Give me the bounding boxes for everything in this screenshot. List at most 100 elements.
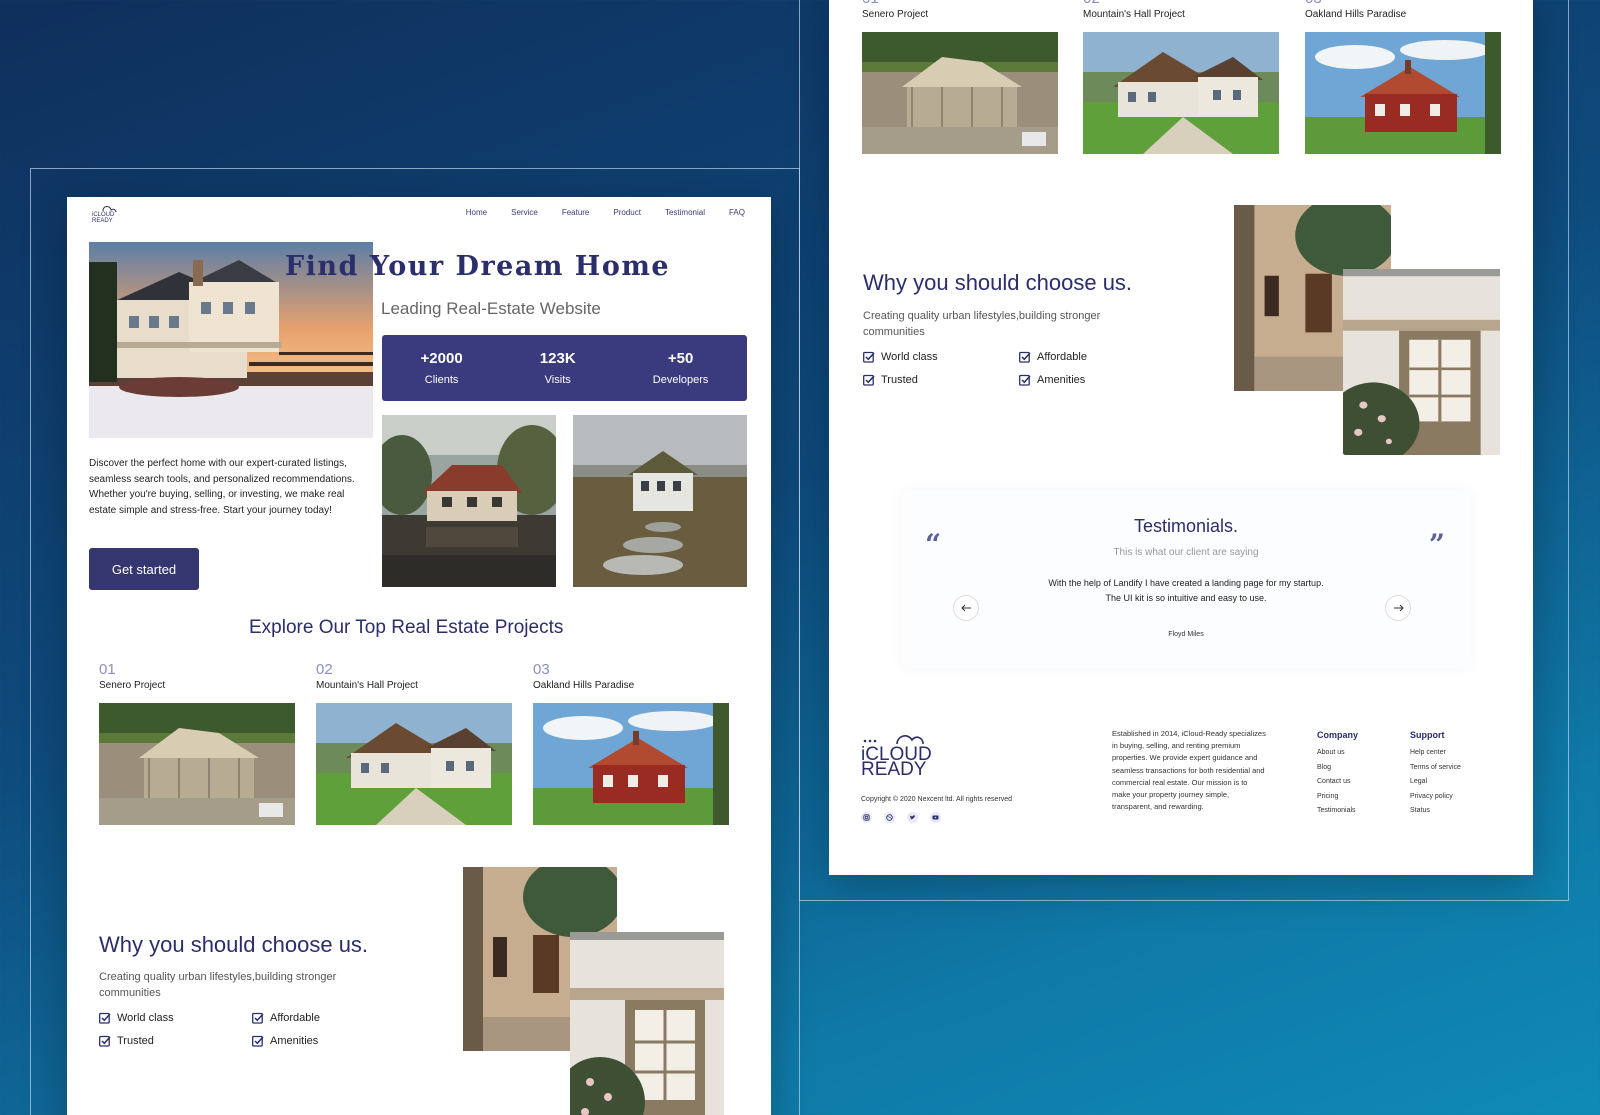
prev-testimonial-button[interactable] (953, 595, 979, 621)
project-name: Senero Project (862, 9, 929, 20)
project-name: Mountain's Hall Project (316, 680, 418, 691)
about-text: Established in 2014, iCloud-Ready specia… (1112, 729, 1266, 812)
project-image (533, 703, 729, 825)
check-icon (252, 1035, 264, 1047)
feature-label: Amenities (1037, 374, 1086, 386)
project-card[interactable]: 03 Oakland Hills Paradise (533, 661, 729, 825)
stat-label: Developers (652, 374, 709, 386)
stat-developers: +50 Developers (653, 350, 709, 386)
white-cottage-window-image (1343, 269, 1500, 455)
feature-label: World class (117, 1012, 174, 1024)
project-card[interactable]: 02 Mountain's Hall Project (316, 661, 512, 825)
testimonial-quote: With the help of Landify I have created … (1048, 578, 1324, 603)
footer-support-column: Support Help center Terms of service Leg… (1410, 730, 1461, 822)
footer-link-contact[interactable]: Contact us (1317, 778, 1358, 785)
stat-label: Clients (424, 374, 459, 386)
nav-faq[interactable]: FAQ (729, 208, 745, 217)
project-image (1305, 32, 1501, 154)
lake-cottage-image (382, 415, 556, 587)
project-image (99, 703, 295, 825)
logo-line2: READY (92, 218, 113, 223)
project-name: Mountain's Hall Project (1083, 9, 1185, 20)
project-card[interactable]: 03 Oakland Hills Paradise (1305, 0, 1501, 154)
open-quote-icon: “ (925, 528, 942, 561)
testimonials-title: Testimonials. (1133, 516, 1239, 536)
testimonial-author: Floyd Miles (1168, 631, 1204, 638)
feature-amenities: Amenities (1019, 374, 1085, 386)
check-icon (252, 1012, 264, 1024)
white-cottage-window-image (570, 932, 724, 1115)
projects-section-title: Explore Our Top Real Estate Projects (249, 617, 564, 638)
check-icon (99, 1012, 111, 1024)
feature-affordable: Affordable (252, 1012, 320, 1024)
project-card[interactable]: 01 Senero Project (99, 661, 295, 825)
feature-world-class: World class (99, 1012, 174, 1024)
footer-link-about[interactable]: About us (1317, 749, 1358, 756)
field-cottage-image (573, 415, 747, 587)
youtube-icon[interactable] (930, 812, 941, 823)
dribbble-icon[interactable] (884, 812, 895, 823)
footer-link-legal[interactable]: Legal (1410, 778, 1461, 785)
next-testimonial-button[interactable] (1385, 595, 1411, 621)
check-icon (863, 351, 875, 363)
project-number: 02 (1083, 0, 1279, 7)
project-image (862, 32, 1058, 154)
testimonials-subtitle: This is what our client are saying (1113, 547, 1259, 558)
stat-value: +2000 (420, 350, 463, 367)
stat-value: 123K (539, 350, 576, 367)
stat-label: Visits (544, 374, 571, 386)
check-icon (99, 1035, 111, 1047)
why-title: Why you should choose us. (863, 270, 1133, 295)
close-quote-icon: ” (1428, 528, 1445, 561)
twitter-icon[interactable] (907, 812, 918, 823)
project-name: Senero Project (99, 680, 166, 691)
social-links (861, 812, 941, 823)
project-name: Oakland Hills Paradise (1305, 9, 1407, 20)
project-number: 03 (1305, 0, 1501, 7)
nav-service[interactable]: Service (511, 208, 538, 217)
stat-clients: +2000 Clients (421, 350, 463, 386)
nav-product[interactable]: Product (613, 208, 641, 217)
nav-home[interactable]: Home (466, 208, 487, 217)
why-title: Why you should choose us. (99, 932, 369, 957)
footer-link-blog[interactable]: Blog (1317, 764, 1358, 771)
landing-page-top: iCLOUD READY Home Service Feature Produc… (67, 197, 771, 1115)
project-card[interactable]: 01 Senero Project (862, 0, 1058, 154)
footer-link-privacy[interactable]: Privacy policy (1410, 793, 1461, 800)
footer-company-title: Company (1317, 730, 1359, 740)
arrow-left-icon (960, 604, 971, 612)
landing-page-bottom: 01 Senero Project 02 Mountain's Hall Pro… (829, 0, 1533, 875)
project-number: 02 (316, 661, 333, 678)
stat-visits: 123K Visits (540, 350, 576, 386)
instagram-icon[interactable] (861, 812, 872, 823)
feature-label: Affordable (270, 1012, 320, 1024)
feature-label: Trusted (117, 1035, 154, 1047)
feature-world-class: World class (863, 351, 938, 363)
check-icon (863, 374, 875, 386)
footer-company-column: Company About us Blog Contact us Pricing… (1317, 730, 1358, 822)
footer-link-status[interactable]: Status (1410, 807, 1461, 814)
stat-value: +50 (667, 350, 694, 367)
footer-link-testimonials[interactable]: Testimonials (1317, 807, 1358, 814)
footer-brand-logo[interactable]: iCLOUD READY (859, 730, 959, 778)
project-image (1083, 32, 1279, 154)
navbar: iCLOUD READY Home Service Feature Produc… (67, 197, 771, 231)
feature-amenities: Amenities (252, 1035, 318, 1047)
arrow-right-icon (1393, 604, 1404, 612)
feature-label: Trusted (881, 374, 918, 386)
project-image (316, 703, 512, 825)
footer-link-pricing[interactable]: Pricing (1317, 793, 1358, 800)
nav-testimonial[interactable]: Testimonial (665, 208, 705, 217)
copyright-text: Copyright © 2020 Nexcent ltd. All rights… (861, 796, 1013, 803)
feature-label: Affordable (1037, 351, 1087, 363)
nav-feature[interactable]: Feature (562, 208, 590, 217)
hero-title: Find Your Dream Home (285, 251, 671, 282)
feature-trusted: Trusted (99, 1035, 154, 1047)
footer-link-help[interactable]: Help center (1410, 749, 1461, 756)
brand-logo[interactable]: iCLOUD READY (91, 205, 131, 223)
get-started-button[interactable]: Get started (89, 548, 199, 590)
footer-link-terms[interactable]: Terms of service (1410, 764, 1461, 771)
project-card[interactable]: 02 Mountain's Hall Project (1083, 0, 1279, 154)
why-description: Creating quality urban lifestyles,buildi… (863, 310, 1101, 338)
logo-line2: READY (861, 759, 927, 778)
